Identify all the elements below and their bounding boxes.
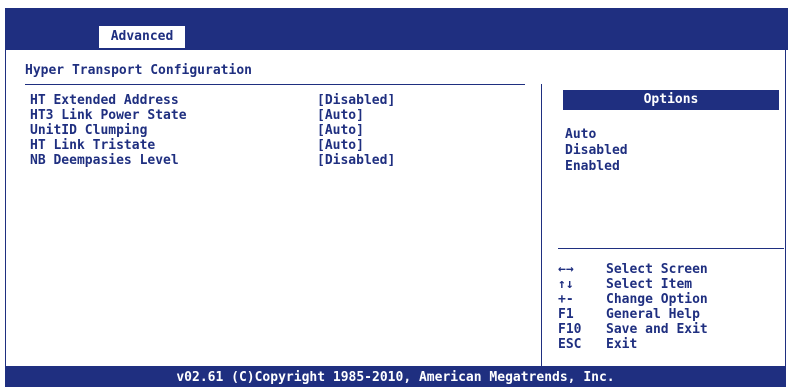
help-row-exit: ESC Exit: [558, 337, 788, 352]
setting-label: HT Extended Address: [30, 93, 179, 108]
help-key: +-: [558, 292, 574, 307]
help-row-select-item: ↑↓ Select Item: [558, 277, 788, 292]
copyright-footer: v02.61 (C)Copyright 1985-2010, American …: [5, 367, 786, 387]
options-header: Options: [563, 90, 779, 110]
setting-value[interactable]: [Auto]: [317, 108, 364, 123]
help-desc: Exit: [606, 337, 638, 352]
setting-label: HT Link Tristate: [30, 138, 156, 153]
help-desc: Select Item: [606, 277, 693, 292]
left-right-arrows-icon: ←→: [558, 262, 574, 277]
page-title: Hyper Transport Configuration: [25, 63, 252, 78]
help-row-change-option: +- Change Option: [558, 292, 788, 307]
options-list: Auto Disabled Enabled: [565, 127, 628, 175]
help-key: F10: [558, 322, 582, 337]
setting-unitid-clumping[interactable]: UnitID Clumping [Auto]: [30, 123, 450, 138]
settings-list: HT Extended Address [Disabled] HT3 Link …: [30, 93, 450, 168]
setting-label: HT3 Link Power State: [30, 108, 187, 123]
tab-advanced[interactable]: Advanced: [99, 26, 185, 48]
setting-value[interactable]: [Auto]: [317, 123, 364, 138]
setting-ht-extended-address[interactable]: HT Extended Address [Disabled]: [30, 93, 450, 108]
setting-ht3-link-power-state[interactable]: HT3 Link Power State [Auto]: [30, 108, 450, 123]
option-item-enabled[interactable]: Enabled: [565, 159, 628, 175]
setting-value[interactable]: [Auto]: [317, 138, 364, 153]
panel-divider: [541, 84, 542, 366]
help-row-general-help: F1 General Help: [558, 307, 788, 322]
setting-label: UnitID Clumping: [30, 123, 148, 138]
setting-label: NB Deempasies Level: [30, 153, 179, 168]
option-item-disabled[interactable]: Disabled: [565, 143, 628, 159]
setting-nb-deempasies-level[interactable]: NB Deempasies Level [Disabled]: [30, 153, 450, 168]
help-desc: Select Screen: [606, 262, 708, 277]
up-down-arrows-icon: ↑↓: [558, 277, 574, 292]
help-divider: [558, 248, 784, 249]
setting-value[interactable]: [Disabled]: [317, 153, 395, 168]
title-divider: [25, 84, 525, 85]
help-key: F1: [558, 307, 574, 322]
setting-ht-link-tristate[interactable]: HT Link Tristate [Auto]: [30, 138, 450, 153]
option-item-auto[interactable]: Auto: [565, 127, 628, 143]
help-desc: Change Option: [606, 292, 708, 307]
help-row-save-and-exit: F10 Save and Exit: [558, 322, 788, 337]
key-help-list: ←→ Select Screen ↑↓ Select Item +- Chang…: [558, 262, 788, 352]
setting-value[interactable]: [Disabled]: [317, 93, 395, 108]
help-row-select-screen: ←→ Select Screen: [558, 262, 788, 277]
help-desc: Save and Exit: [606, 322, 708, 337]
help-desc: General Help: [606, 307, 700, 322]
help-key: ESC: [558, 337, 582, 352]
